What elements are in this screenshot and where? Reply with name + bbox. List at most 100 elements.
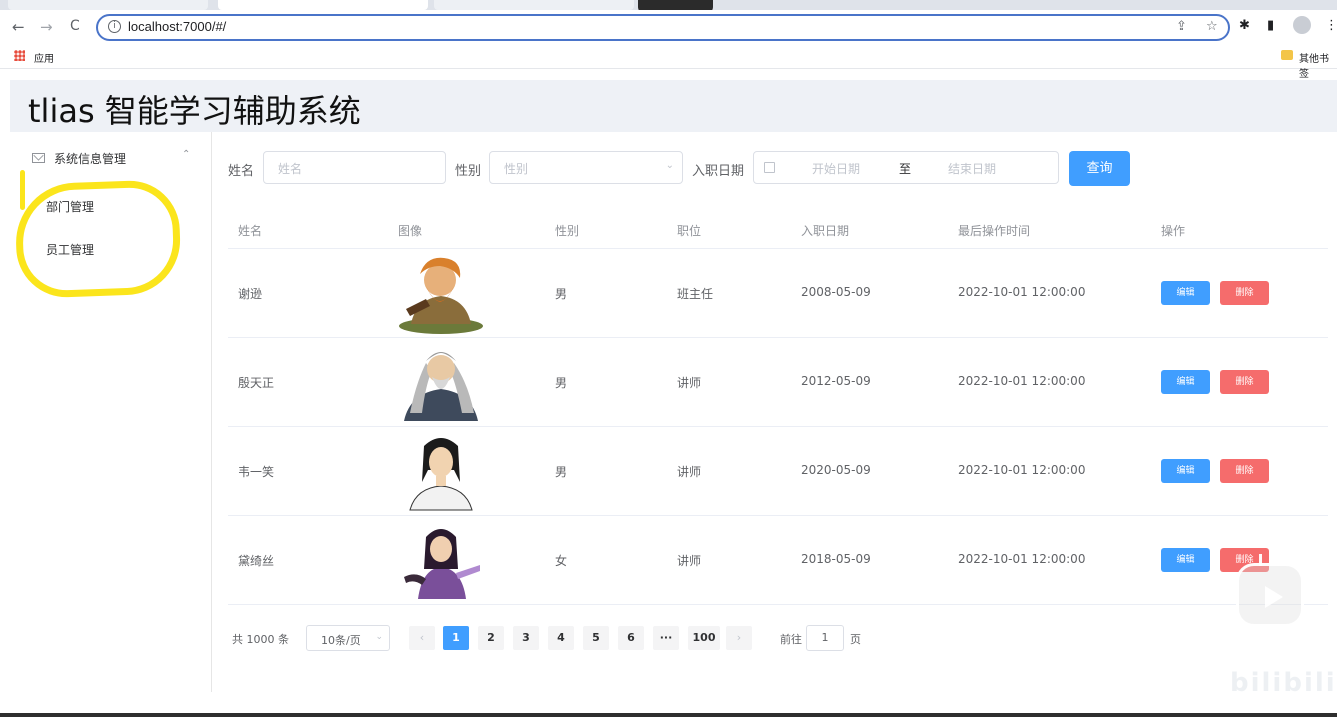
edit-button[interactable]: 编辑 [1161, 459, 1210, 483]
goto-suffix: 页 [850, 633, 861, 646]
calendar-icon [764, 162, 775, 173]
annotation-highlight-stroke [20, 170, 25, 210]
name-placeholder: 姓名 [278, 162, 303, 176]
cell-position: 讲师 [677, 554, 702, 568]
star-icon[interactable]: ☆ [1206, 19, 1218, 34]
page-ellipsis[interactable]: ··· [653, 626, 679, 650]
prev-page-button[interactable]: ‹ [409, 626, 435, 650]
table-header: 性别 [555, 224, 580, 238]
bookmark-other[interactable]: 其他书签 [1299, 50, 1337, 80]
edit-button[interactable]: 编辑 [1161, 281, 1210, 305]
page-button-6[interactable]: 6 [618, 626, 644, 650]
mail-icon [32, 153, 45, 163]
forward-icon[interactable]: → [40, 18, 53, 36]
page-button-1[interactable]: 1 [443, 626, 469, 650]
cell-gender: 女 [555, 554, 568, 568]
gender-placeholder: 性别 [504, 162, 529, 176]
folder-icon[interactable] [1281, 50, 1293, 60]
apps-grid-icon[interactable] [14, 50, 25, 61]
browser-tab-strip [0, 0, 1337, 13]
annotation-highlight-circle [14, 179, 182, 299]
gender-select[interactable]: 性别 ⌄ [489, 151, 683, 184]
page-button-3[interactable]: 3 [513, 626, 539, 650]
video-play-button[interactable] [1236, 563, 1304, 627]
browser-tab[interactable] [434, 0, 634, 10]
address-bar[interactable]: i localhost:7000/#/ ⇪ ☆ [96, 14, 1230, 41]
cell-entry-date: 2020-05-09 [801, 463, 871, 477]
share-icon[interactable]: ⇪ [1176, 19, 1187, 34]
cell-entry-date: 2008-05-09 [801, 285, 871, 299]
page-size-select[interactable]: 10条/页 ⌄ [306, 625, 390, 651]
cell-update-time: 2022-10-01 12:00:00 [958, 463, 1086, 477]
cell-gender: 男 [555, 376, 568, 390]
chevron-up-icon: ⌃ [182, 149, 191, 160]
page-button-4[interactable]: 4 [548, 626, 574, 650]
table-header: 操作 [1161, 224, 1186, 238]
video-progress-bar[interactable] [0, 713, 1337, 717]
table-header: 图像 [398, 224, 423, 238]
date-range-picker[interactable]: 开始日期 至 结束日期 [753, 151, 1059, 184]
cell-name: 谢逊 [238, 287, 263, 301]
pagination: 共 1000 条 10条/页 ⌄ ‹ 1 2 3 4 5 6 ··· 100 ›… [228, 624, 928, 652]
cell-position: 班主任 [677, 287, 714, 301]
extensions-icon[interactable]: ✱ [1239, 18, 1250, 33]
employee-avatar-image [404, 352, 478, 421]
side-panel-icon[interactable]: ▮ [1267, 18, 1274, 33]
delete-button[interactable]: 删除 [1220, 281, 1269, 305]
end-date-placeholder: 结束日期 [948, 162, 997, 176]
employee-avatar-image [404, 529, 480, 599]
bookmarks-bar: 应用 其他书签 [0, 44, 1337, 80]
cell-gender: 男 [555, 287, 568, 301]
site-info-icon[interactable]: i [108, 20, 121, 33]
cell-update-time: 2022-10-01 12:00:00 [958, 285, 1086, 299]
name-input[interactable]: 姓名 [263, 151, 446, 184]
menu-icon[interactable]: ⋮ [1325, 18, 1337, 33]
gender-label: 性别 [455, 164, 482, 179]
cell-entry-date: 2012-05-09 [801, 374, 871, 388]
cell-position: 讲师 [677, 465, 702, 479]
delete-button[interactable]: 删除 [1220, 370, 1269, 394]
cell-name: 黛绮丝 [238, 554, 275, 568]
start-date-placeholder: 开始日期 [812, 162, 861, 176]
table-row: 韦一笑 男 讲师 2020-05-09 2022-10-01 12:00:00 … [228, 427, 1328, 516]
employee-table: 姓名 图像 性别 职位 入职日期 最后操作时间 操作 谢逊 男 班主任 2008… [228, 208, 1328, 605]
app-title: tlias 智能学习辅助系统 [28, 92, 361, 130]
reload-icon[interactable]: C [70, 18, 80, 34]
chevron-down-icon: ⌄ [665, 160, 674, 171]
app-header: tlias 智能学习辅助系统 [10, 80, 1337, 132]
menu-group-system[interactable]: 系统信息管理 ⌃ [10, 146, 210, 172]
back-icon[interactable]: ← [12, 18, 25, 36]
menu-group-label: 系统信息管理 [54, 152, 127, 166]
name-label: 姓名 [228, 164, 255, 179]
page-button-2[interactable]: 2 [478, 626, 504, 650]
delete-button[interactable]: 删除 [1220, 459, 1269, 483]
query-button[interactable]: 查询 [1069, 151, 1130, 186]
next-page-button[interactable]: › [726, 626, 752, 650]
page-button-100[interactable]: 100 [688, 626, 720, 650]
browser-tab-active[interactable] [218, 0, 428, 10]
cell-position: 讲师 [677, 376, 702, 390]
table-header: 入职日期 [801, 224, 850, 238]
browser-tab[interactable] [8, 0, 208, 10]
page-button-5[interactable]: 5 [583, 626, 609, 650]
play-icon [1265, 586, 1283, 608]
cell-entry-date: 2018-05-09 [801, 552, 871, 566]
page-size-value: 10条/页 [321, 634, 361, 647]
pagination-total: 共 1000 条 [232, 633, 289, 646]
table-header: 姓名 [238, 224, 263, 238]
employee-avatar-image [399, 257, 483, 334]
date-label: 入职日期 [692, 164, 745, 179]
edit-button[interactable]: 编辑 [1161, 548, 1210, 572]
table-header: 职位 [677, 224, 702, 238]
employee-avatar-image [409, 438, 473, 511]
video-watermark: bilibili [1230, 668, 1337, 698]
edit-button[interactable]: 编辑 [1161, 370, 1210, 394]
cell-gender: 男 [555, 465, 568, 479]
range-separator: 至 [899, 162, 912, 176]
profile-avatar[interactable] [1293, 16, 1311, 34]
url-text[interactable]: localhost:7000/#/ [128, 19, 226, 34]
cell-update-time: 2022-10-01 12:00:00 [958, 374, 1086, 388]
chevron-down-icon: ⌄ [375, 632, 383, 642]
goto-page-input[interactable]: 1 [806, 625, 844, 651]
bookmark-apps[interactable]: 应用 [34, 50, 54, 65]
